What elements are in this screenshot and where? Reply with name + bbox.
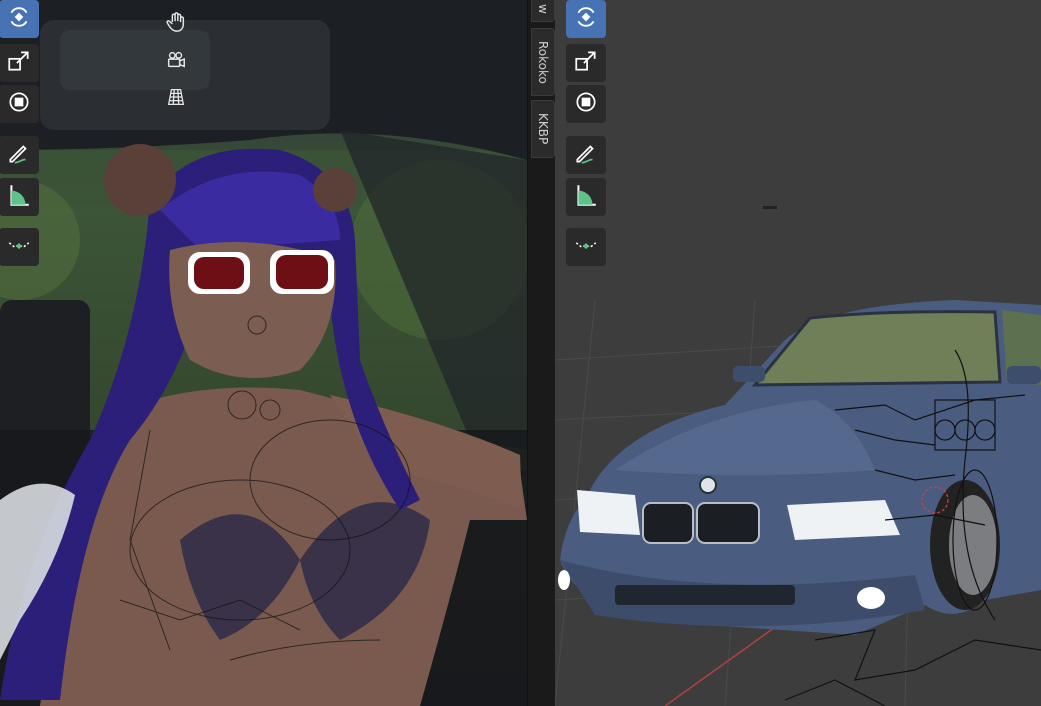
rotate-tool-button[interactable] <box>0 0 39 38</box>
sidebar-tab-partial[interactable]: w <box>531 0 555 22</box>
pan-hand-icon[interactable] <box>163 9 189 35</box>
measure-icon <box>6 182 32 212</box>
annotate-tool-button[interactable] <box>0 136 39 174</box>
measure-tool-button[interactable] <box>0 178 39 216</box>
sidebar-tab-kkbp[interactable]: KKBP <box>531 100 555 158</box>
annotate-tool-button[interactable] <box>566 136 606 174</box>
sidebar-tab-rokoko[interactable]: Rokoko <box>531 28 555 96</box>
curve-tool-button[interactable] <box>566 228 606 266</box>
transform-icon <box>573 89 599 119</box>
camera-view-icon[interactable] <box>163 47 189 73</box>
transform-tool-button[interactable] <box>0 85 39 123</box>
measure-tool-button[interactable] <box>566 178 606 216</box>
scale-icon <box>573 48 599 78</box>
left-3d-viewport[interactable] <box>0 0 527 706</box>
ortho-grid-icon[interactable] <box>163 84 189 110</box>
curve-icon <box>6 232 32 262</box>
rotate-icon <box>573 4 599 34</box>
rotate-tool-button[interactable] <box>566 0 606 38</box>
rotate-icon <box>6 4 32 34</box>
sidebar-tab-strip: w Rokoko KKBP <box>527 0 557 706</box>
transform-icon <box>6 89 32 119</box>
transform-tool-button[interactable] <box>566 85 606 123</box>
annotate-icon <box>6 140 32 170</box>
scale-tool-button[interactable] <box>0 44 39 82</box>
measure-icon <box>573 182 599 212</box>
scale-icon <box>6 48 32 78</box>
solid-scene <box>555 206 1041 706</box>
curve-icon <box>573 232 599 262</box>
render-scene <box>0 0 527 706</box>
scale-tool-button[interactable] <box>566 44 606 82</box>
right-3d-viewport[interactable] <box>555 0 1041 706</box>
annotate-icon <box>573 140 599 170</box>
curve-tool-button[interactable] <box>0 228 39 266</box>
